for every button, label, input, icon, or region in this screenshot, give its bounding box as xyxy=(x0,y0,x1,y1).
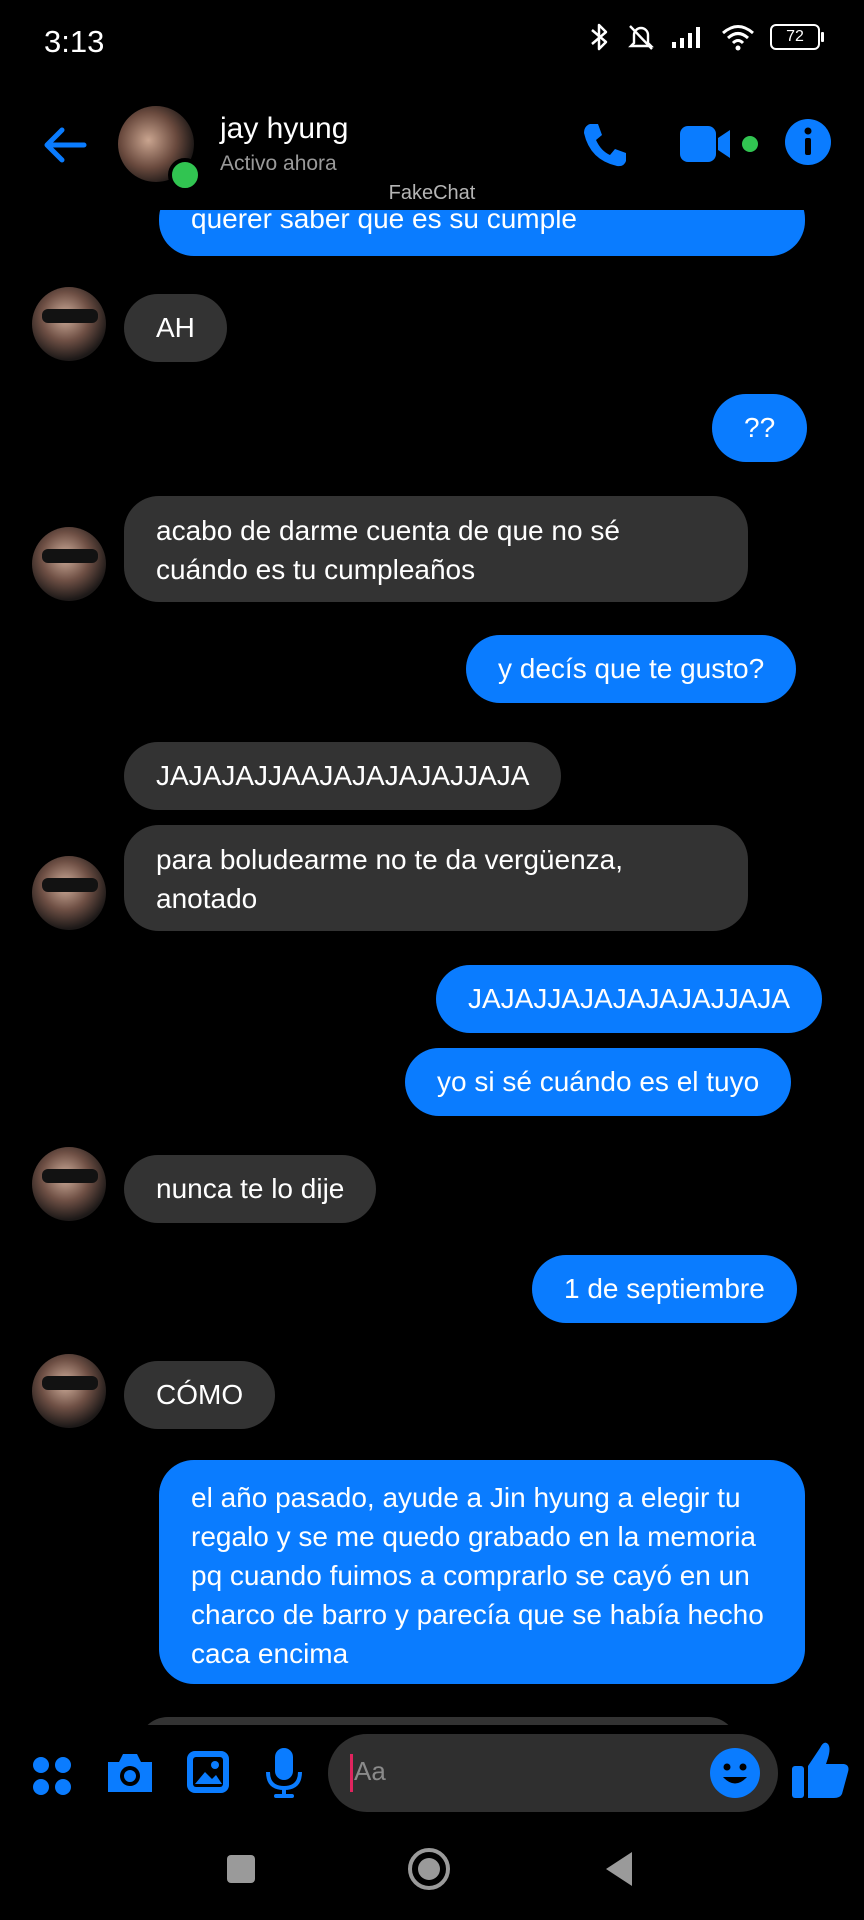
bluetooth-icon xyxy=(591,23,608,51)
message-outgoing[interactable]: y decís que te gusto? xyxy=(466,635,797,703)
camera-icon[interactable] xyxy=(104,1750,156,1796)
contact-status: Activo ahora xyxy=(220,152,337,175)
home-button[interactable] xyxy=(406,1846,452,1892)
message-incoming[interactable]: CÓMO xyxy=(124,1361,276,1429)
apps-menu-icon[interactable] xyxy=(30,1754,74,1798)
sender-avatar[interactable] xyxy=(32,1147,106,1221)
emoji-icon[interactable] xyxy=(708,1746,762,1800)
android-nav-bar xyxy=(0,1830,864,1920)
signal-icon xyxy=(672,27,700,48)
sender-avatar[interactable] xyxy=(32,287,106,361)
back-arrow-icon[interactable] xyxy=(40,120,90,170)
composer-bar: Aa xyxy=(0,1728,864,1818)
message-outgoing[interactable]: el año pasado, ayude a Jin hyung a elegi… xyxy=(159,1460,805,1684)
message-incoming[interactable]: nunca te lo dije xyxy=(124,1155,377,1223)
message-list[interactable]: querer saber que es su cumple AH ?? acab… xyxy=(0,210,864,1725)
sender-avatar[interactable] xyxy=(32,1354,106,1428)
video-call-icon[interactable] xyxy=(678,122,738,166)
recents-button[interactable] xyxy=(227,1855,255,1883)
thumbs-up-icon[interactable] xyxy=(790,1738,852,1802)
contact-name[interactable]: jay hyung xyxy=(220,112,348,146)
battery-indicator: 72 xyxy=(770,24,824,50)
phone-icon[interactable] xyxy=(578,118,632,172)
watermark: FakeChat xyxy=(388,182,476,204)
status-time: 3:13 xyxy=(44,24,105,59)
sender-avatar[interactable] xyxy=(32,527,106,601)
text-caret xyxy=(350,1754,353,1792)
wifi-icon xyxy=(722,25,754,51)
message-incoming[interactable]: AH xyxy=(124,294,227,362)
back-button[interactable] xyxy=(602,1850,636,1888)
message-incoming[interactable]: para boludearme no te da vergüenza, anot… xyxy=(124,825,748,931)
info-icon[interactable] xyxy=(784,118,832,166)
message-incoming[interactable]: JAJAJAJJAAJAJAJAJAJJAJA xyxy=(124,742,562,810)
bell-muted-icon xyxy=(628,25,654,50)
message-input-placeholder: Aa xyxy=(354,1756,386,1786)
microphone-icon[interactable] xyxy=(264,1746,304,1800)
message-outgoing[interactable]: JAJAJJAJAJAJAJAJJAJA xyxy=(436,965,823,1033)
message-outgoing[interactable]: querer saber que es su cumple xyxy=(159,210,805,256)
message-incoming[interactable]: acabo de darme cuenta de que no sé cuánd… xyxy=(124,496,748,602)
message-outgoing[interactable]: 1 de septiembre xyxy=(532,1255,797,1323)
message-outgoing[interactable]: yo si sé cuándo es el tuyo xyxy=(405,1048,792,1116)
status-icons: 72 xyxy=(586,22,824,52)
message-outgoing[interactable]: ?? xyxy=(712,394,808,462)
gallery-icon[interactable] xyxy=(184,1748,232,1796)
status-bar: 3:13 72 xyxy=(0,0,864,88)
message-incoming-partial xyxy=(138,1717,738,1725)
sender-avatar[interactable] xyxy=(32,856,106,930)
video-active-dot xyxy=(742,136,758,152)
message-input[interactable]: Aa xyxy=(328,1734,778,1812)
